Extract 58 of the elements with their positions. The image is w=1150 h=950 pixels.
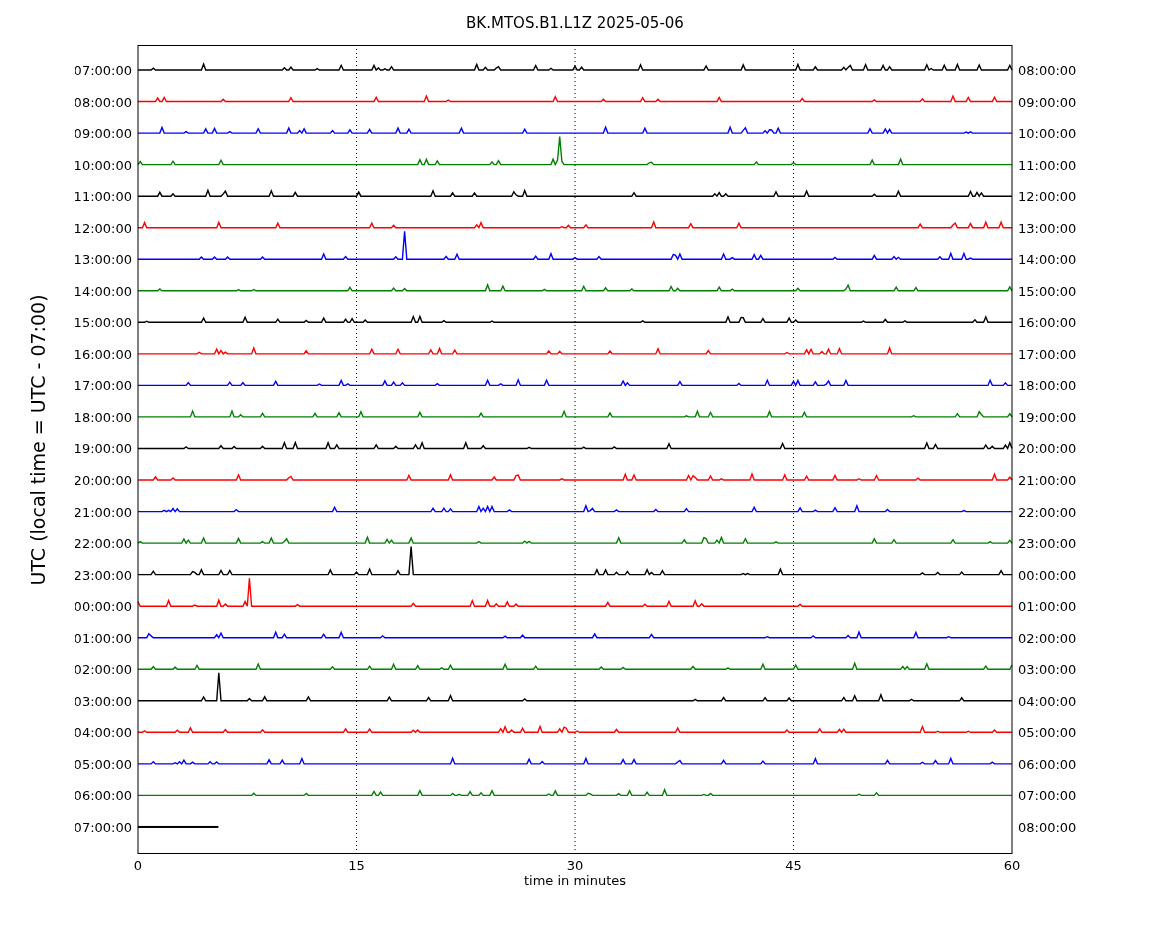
time-label: 13:00:00 bbox=[75, 252, 132, 268]
time-label: 07:00:00 bbox=[75, 63, 132, 78]
time-label: 11:00:00 bbox=[75, 189, 132, 205]
time-label: 04:00:00 bbox=[1018, 693, 1077, 709]
time-label: 22:00:00 bbox=[75, 536, 132, 552]
time-label: 12:00:00 bbox=[75, 220, 132, 236]
time-label: 01:00:00 bbox=[75, 630, 132, 646]
time-label: 00:00:00 bbox=[75, 599, 132, 615]
time-label: 08:00:00 bbox=[75, 94, 132, 110]
time-label: 08:00:00 bbox=[1018, 63, 1077, 78]
time-label: 23:00:00 bbox=[1018, 536, 1077, 552]
time-label: 22:00:00 bbox=[1018, 504, 1077, 520]
time-label: 23:00:00 bbox=[75, 567, 132, 583]
x-axis-label: time in minutes bbox=[523, 873, 627, 888]
time-label: 04:00:00 bbox=[75, 725, 132, 741]
time-label: 11:00:00 bbox=[1018, 157, 1077, 173]
time-label: 03:00:00 bbox=[1018, 662, 1077, 678]
time-label: 03:00:00 bbox=[75, 693, 132, 709]
y-axis-label: UTC (local time = UTC - 07:00) bbox=[26, 294, 49, 586]
time-label: 18:00:00 bbox=[75, 409, 132, 425]
time-label: 02:00:00 bbox=[75, 662, 132, 678]
time-label: 18:00:00 bbox=[1018, 378, 1077, 394]
time-label: 15:00:00 bbox=[1018, 283, 1077, 299]
time-label: 10:00:00 bbox=[1018, 126, 1077, 142]
tick-label: 15 bbox=[348, 858, 365, 873]
tick-label: 0 bbox=[133, 858, 143, 873]
time-label: 20:00:00 bbox=[1018, 441, 1077, 457]
time-label: 21:00:00 bbox=[75, 504, 132, 520]
time-label: 09:00:00 bbox=[1018, 94, 1077, 110]
time-label: 07:00:00 bbox=[75, 819, 132, 835]
time-label: 13:00:00 bbox=[1018, 220, 1077, 236]
time-label: 19:00:00 bbox=[1018, 409, 1077, 425]
time-label: 21:00:00 bbox=[1018, 473, 1077, 488]
time-label: 14:00:00 bbox=[75, 283, 132, 299]
time-label: 02:00:00 bbox=[1018, 630, 1077, 646]
time-label: 05:00:00 bbox=[1018, 725, 1077, 741]
time-label: 16:00:00 bbox=[75, 346, 132, 362]
time-label: 14:00:00 bbox=[1018, 252, 1077, 268]
time-label: 19:00:00 bbox=[75, 441, 132, 457]
time-label: 06:00:00 bbox=[75, 788, 132, 804]
time-label: 10:00:00 bbox=[75, 157, 132, 173]
time-label: 17:00:00 bbox=[75, 378, 132, 394]
time-label: 15:00:00 bbox=[75, 315, 132, 331]
time-label: 06:00:00 bbox=[1018, 756, 1077, 772]
chart-title: BK.MTOS.B1.L1Z 2025-05-06 bbox=[466, 13, 684, 32]
tick-label: 60 bbox=[1003, 858, 1021, 873]
time-label: 09:00:00 bbox=[75, 126, 132, 142]
time-label: 05:00:00 bbox=[75, 756, 132, 772]
time-label: 12:00:00 bbox=[1018, 189, 1077, 205]
time-label: 17:00:00 bbox=[1018, 346, 1077, 362]
time-label: 00:00:00 bbox=[1018, 567, 1077, 583]
time-label: 16:00:00 bbox=[1018, 315, 1077, 331]
time-label: 20:00:00 bbox=[75, 473, 132, 488]
time-label: 01:00:00 bbox=[1018, 599, 1077, 615]
time-label: 08:00:00 bbox=[1018, 819, 1077, 835]
tick-label: 45 bbox=[785, 858, 802, 873]
time-label: 07:00:00 bbox=[1018, 788, 1077, 804]
tick-label: 30 bbox=[566, 858, 584, 873]
